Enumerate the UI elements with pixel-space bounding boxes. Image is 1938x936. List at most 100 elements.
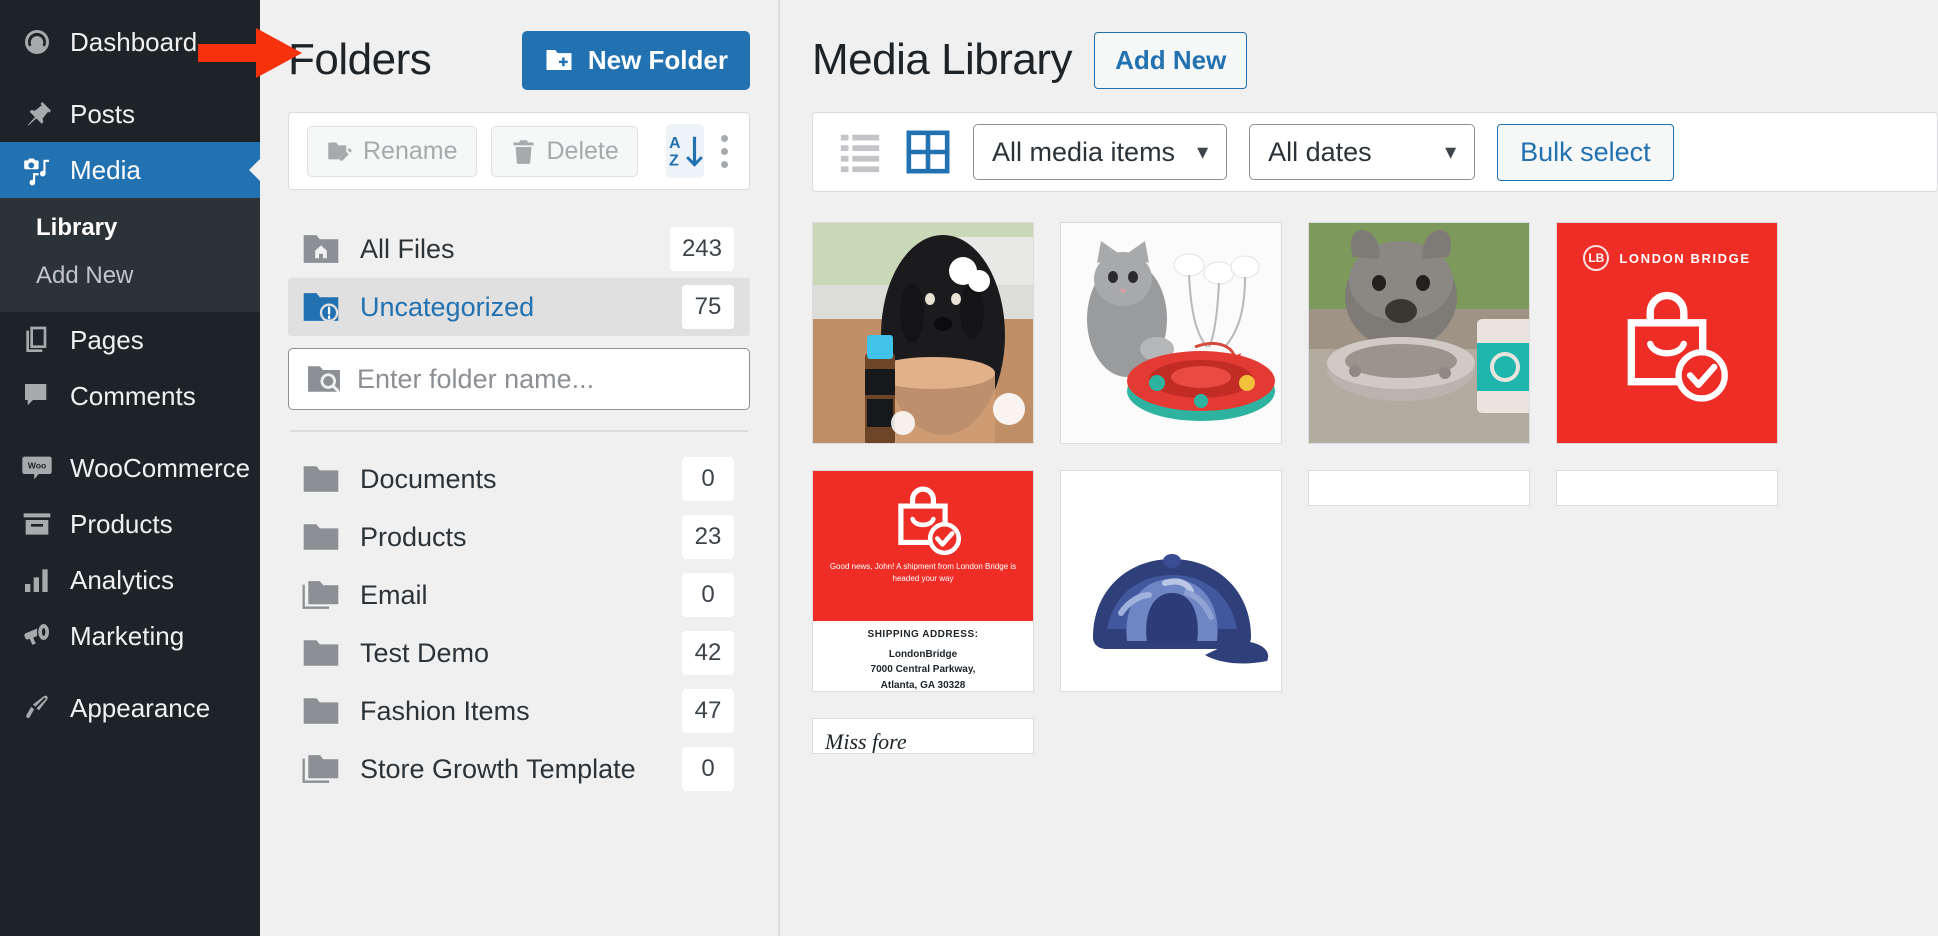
sidebar-item-label: Marketing xyxy=(70,621,184,652)
folder-row-products[interactable]: Products 23 xyxy=(288,508,750,566)
folder-stack-icon xyxy=(302,576,340,614)
bulldog-bowl-art xyxy=(1309,223,1530,444)
dashboard-icon xyxy=(20,25,54,59)
new-folder-button[interactable]: New Folder xyxy=(522,31,750,90)
page-title: Media Library xyxy=(812,35,1072,85)
folders-title: Folders xyxy=(288,35,431,85)
media-tile[interactable] xyxy=(1556,470,1778,506)
submenu-item-library[interactable]: Library xyxy=(0,204,260,252)
folder-row-email[interactable]: Email 0 xyxy=(288,566,750,624)
folder-row-all-files[interactable]: All Files 243 xyxy=(288,220,750,278)
date-filter-value: All dates xyxy=(1268,137,1372,168)
sidebar-item-pages[interactable]: Pages xyxy=(0,312,260,368)
delete-folder-button[interactable]: Delete xyxy=(491,126,638,177)
media-type-filter-value: All media items xyxy=(992,137,1175,168)
folder-count: 243 xyxy=(670,227,734,271)
media-tile[interactable]: Good news, John! A shipment from London … xyxy=(812,470,1034,692)
london-bridge-logo: LB LONDON BRIDGE xyxy=(1557,223,1777,271)
svg-text:Woo: Woo xyxy=(28,461,47,471)
submenu-item-add-new[interactable]: Add New xyxy=(0,252,260,300)
shipping-address-header: SHIPPING ADDRESS: xyxy=(821,627,1025,643)
sidebar-item-media[interactable]: Media xyxy=(0,142,260,198)
shipping-address-line: 7000 Central Parkway, xyxy=(821,662,1025,678)
sidebar-spacer xyxy=(0,424,260,440)
folder-name: Documents xyxy=(360,464,662,495)
sidebar-item-label: Pages xyxy=(70,325,144,356)
sidebar-item-analytics[interactable]: Analytics xyxy=(0,552,260,608)
delete-label: Delete xyxy=(547,137,619,166)
folder-search-icon xyxy=(307,364,341,394)
folder-row-store-growth-template[interactable]: Store Growth Template 0 xyxy=(288,740,750,798)
shipping-address-line: LondonBridge xyxy=(821,647,1025,663)
analytics-icon xyxy=(20,563,54,597)
media-tile[interactable] xyxy=(1308,222,1530,444)
folder-icon xyxy=(302,518,340,556)
folder-search-field[interactable] xyxy=(288,348,750,410)
thumbnail-kitten-with-toy-roller xyxy=(1061,223,1281,443)
sidebar-item-label: WooCommerce xyxy=(70,453,250,484)
folder-search-input[interactable] xyxy=(357,364,731,395)
media-tile[interactable]: LB LONDON BRIDGE xyxy=(1556,222,1778,444)
date-filter[interactable]: All dates ▾ xyxy=(1249,124,1475,180)
folder-count: 0 xyxy=(682,457,734,501)
rename-label: Rename xyxy=(363,137,458,166)
sidebar-item-label: Products xyxy=(70,509,173,540)
media-tile[interactable] xyxy=(1060,470,1282,692)
sidebar-item-posts[interactable]: Posts xyxy=(0,86,260,142)
media-tile[interactable] xyxy=(1060,222,1282,444)
folder-icon xyxy=(302,460,340,498)
email-red-header: Good news, John! A shipment from London … xyxy=(813,471,1033,621)
paintbrush-icon xyxy=(20,691,54,725)
folder-count: 23 xyxy=(682,515,734,559)
kebab-dot xyxy=(721,135,728,142)
chevron-down-icon: ▾ xyxy=(1197,139,1208,165)
media-tile[interactable] xyxy=(812,222,1034,444)
folder-row-documents[interactable]: Documents 0 xyxy=(288,450,750,508)
kebab-dot xyxy=(721,148,728,155)
folders-panel: Folders New Folder Rename Delete xyxy=(260,0,780,936)
list-view-icon[interactable] xyxy=(837,129,883,175)
thumbnail-london-bridge-shipping-banner: LB LONDON BRIDGE xyxy=(1557,223,1777,443)
folders-toolbar: Rename Delete A Z xyxy=(288,112,750,190)
thumbnail-media-item-partial-1 xyxy=(1309,471,1529,505)
media-type-filter[interactable]: All media items ▾ xyxy=(973,124,1227,180)
folder-row-test-demo[interactable]: Test Demo 42 xyxy=(288,624,750,682)
folders-more-menu-button[interactable] xyxy=(718,124,731,178)
grid-view-icon[interactable] xyxy=(905,129,951,175)
thumbnail-french-bulldog-bowl xyxy=(1309,223,1529,443)
sidebar-item-products[interactable]: Products xyxy=(0,496,260,552)
folder-row-uncategorized[interactable]: Uncategorized 75 xyxy=(288,278,750,336)
rename-folder-button[interactable]: Rename xyxy=(307,126,477,177)
folder-stack-icon xyxy=(302,750,340,788)
folder-row-fashion-items[interactable]: Fashion Items 47 xyxy=(288,682,750,740)
add-new-media-button[interactable]: Add New xyxy=(1094,32,1247,89)
media-tile[interactable] xyxy=(1308,470,1530,506)
woocommerce-icon: Woo xyxy=(20,451,54,485)
media-tile[interactable]: Miss fore xyxy=(812,718,1034,754)
svg-text:A: A xyxy=(669,135,681,152)
sidebar-item-label: Comments xyxy=(70,381,196,412)
thumbnail-media-item-partial-2 xyxy=(1557,471,1777,505)
folder-count: 0 xyxy=(682,573,734,617)
sidebar-item-label: Media xyxy=(70,155,141,186)
sidebar-item-marketing[interactable]: Marketing xyxy=(0,608,260,664)
sidebar-item-woocommerce[interactable]: Woo WooCommerce xyxy=(0,440,260,496)
bulk-select-button[interactable]: Bulk select xyxy=(1497,124,1674,181)
comments-icon xyxy=(20,379,54,413)
media-toolbar: All media items ▾ All dates ▾ Bulk selec… xyxy=(812,112,1938,192)
folder-name: Store Growth Template xyxy=(360,754,662,785)
media-grid: LB LONDON BRIDGE xyxy=(812,222,1938,754)
folder-plus-icon xyxy=(544,45,574,75)
baseball-cap-art xyxy=(1061,501,1282,692)
folder-name: Fashion Items xyxy=(360,696,662,727)
sidebar-spacer xyxy=(0,70,260,86)
folder-count: 47 xyxy=(682,689,734,733)
media-library-header: Media Library Add New xyxy=(812,0,1938,112)
sidebar-item-dashboard[interactable]: Dashboard xyxy=(0,14,260,70)
sidebar-item-appearance[interactable]: Appearance xyxy=(0,680,260,736)
sidebar-item-comments[interactable]: Comments xyxy=(0,368,260,424)
sort-az-button[interactable]: A Z xyxy=(666,124,704,178)
thumbnail-miss-fore-logo: Miss fore xyxy=(813,719,1033,753)
media-submenu: Library Add New xyxy=(0,198,260,312)
media-library-panel: Media Library Add New All media items ▾ … xyxy=(780,0,1938,936)
